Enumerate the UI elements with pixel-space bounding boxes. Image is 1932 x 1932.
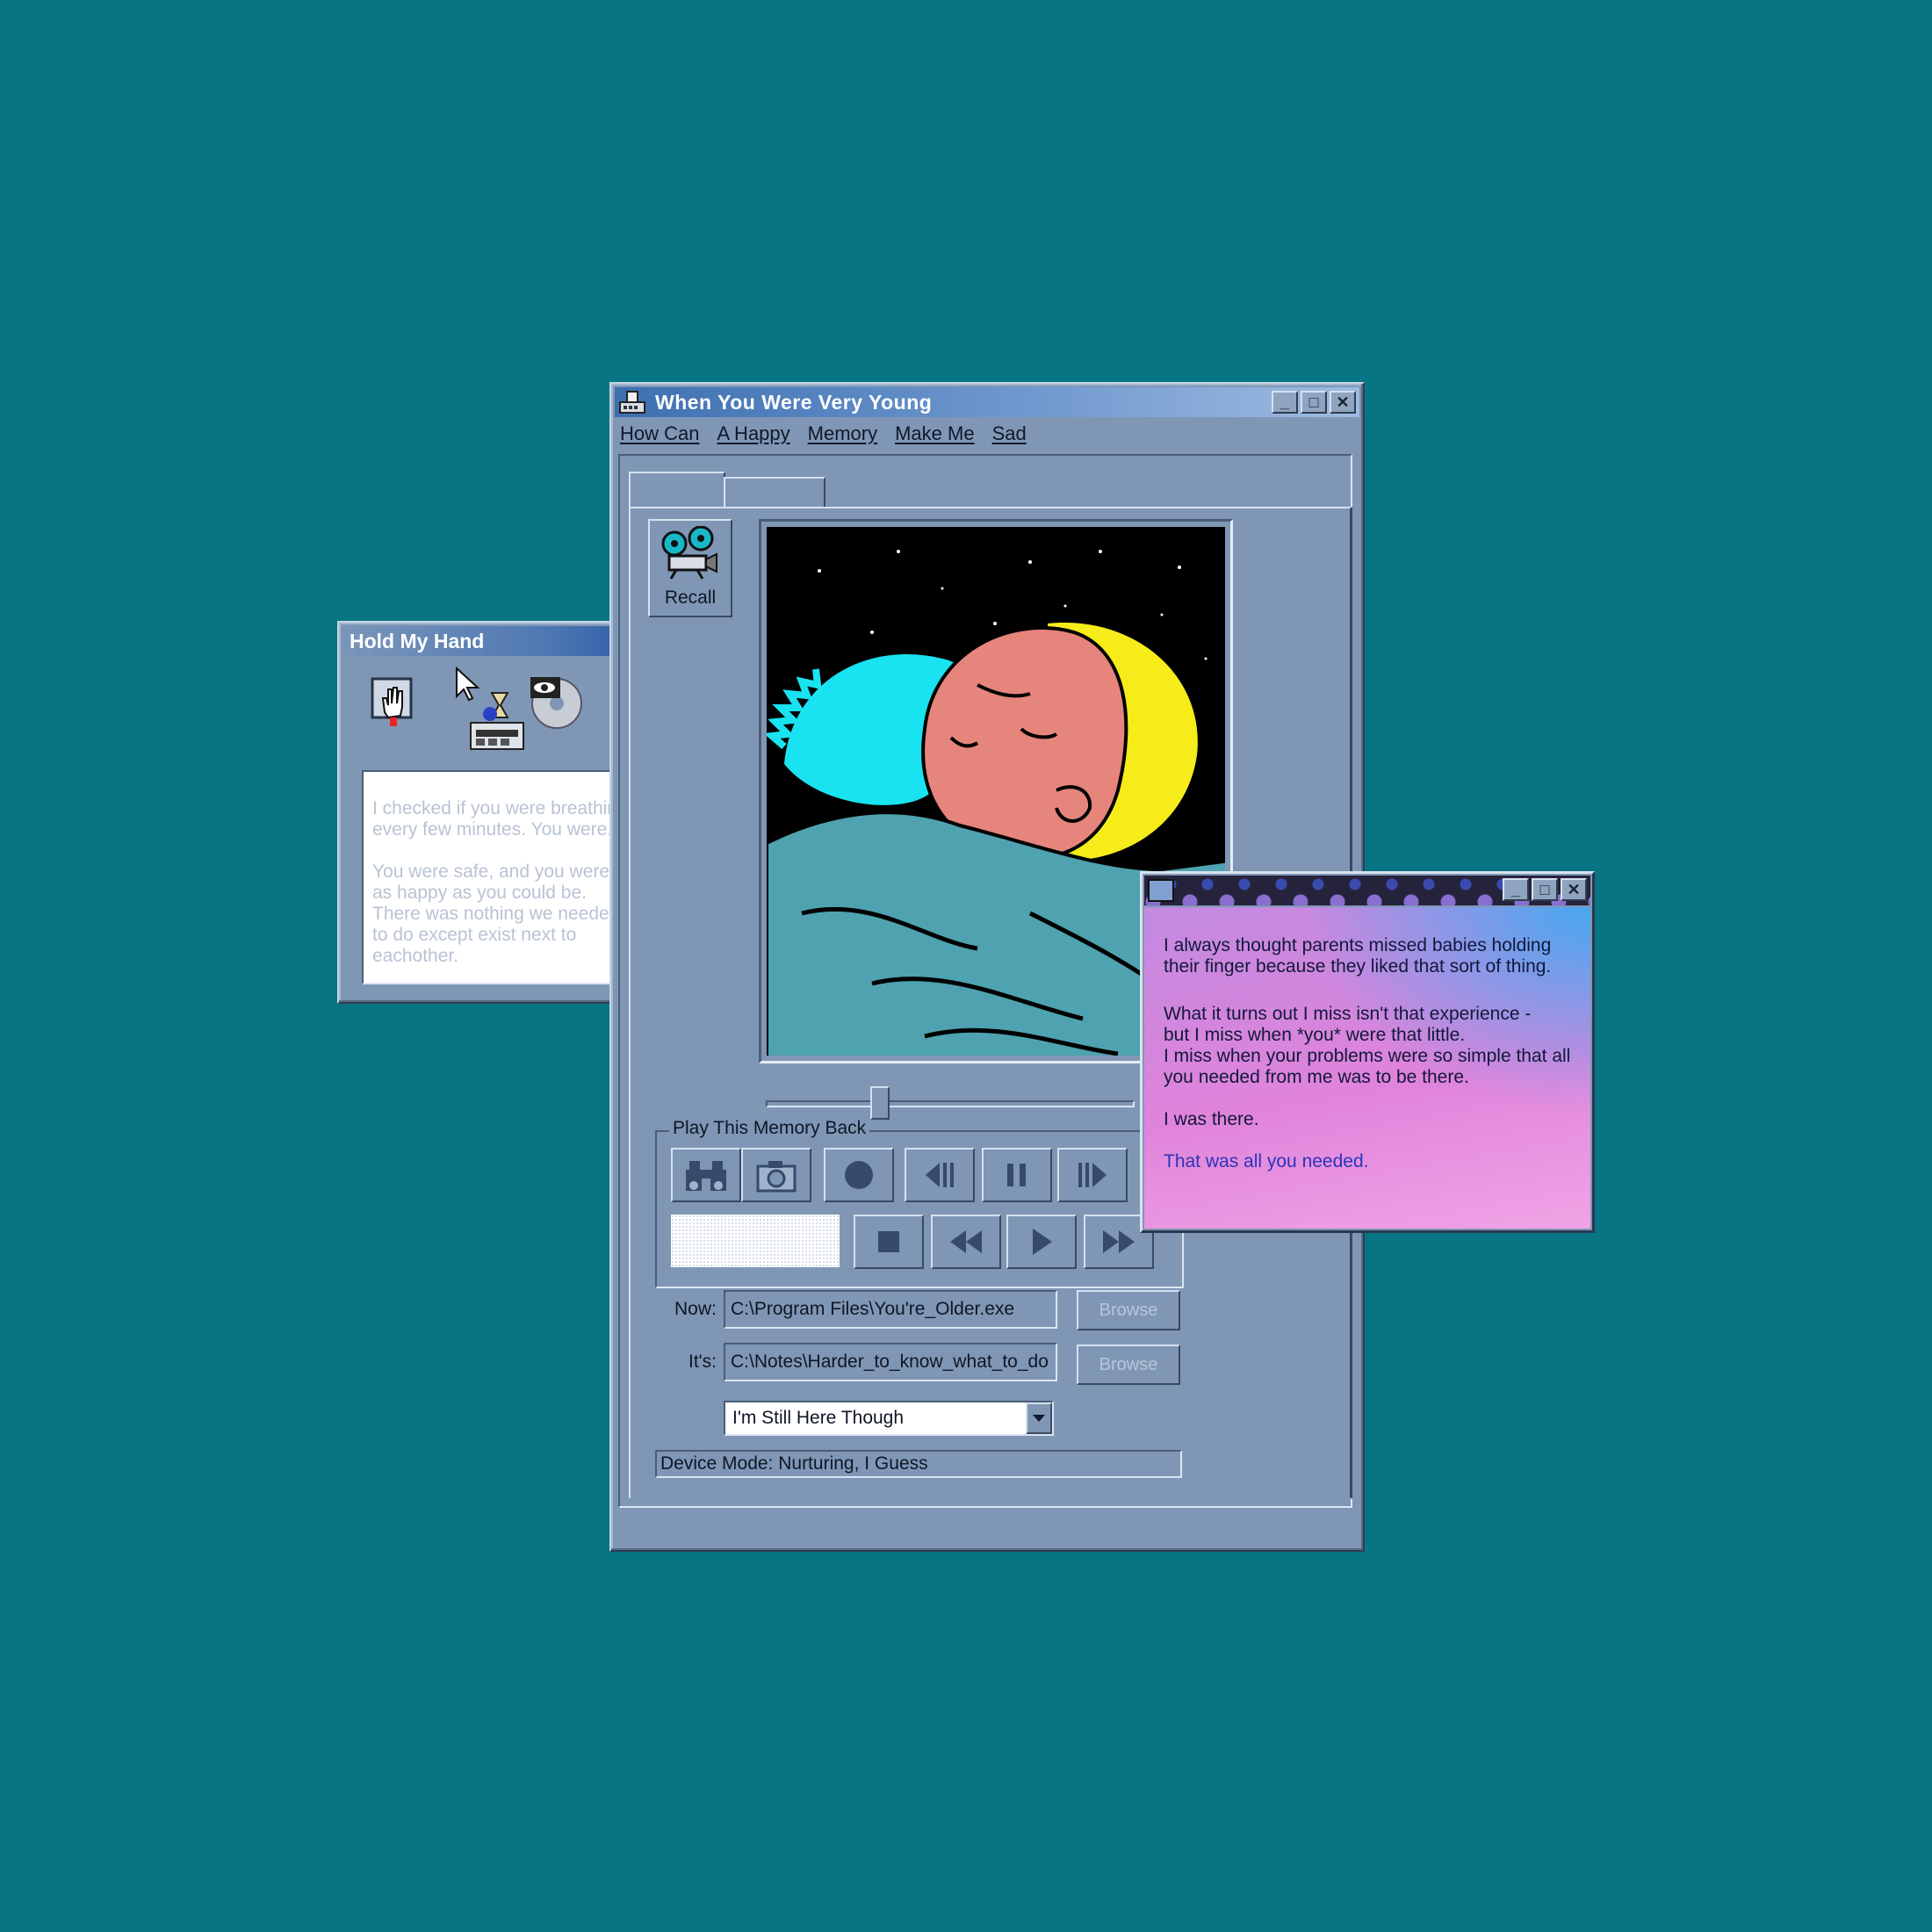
play-icon: [1033, 1229, 1052, 1255]
play-button[interactable]: [1006, 1215, 1077, 1269]
minimize-icon: _: [1280, 393, 1289, 411]
step-forward-button[interactable]: [1057, 1148, 1128, 1202]
tab-1[interactable]: [629, 472, 725, 508]
hold-text-paragraph-2: You were safe, and you were as happy as …: [372, 861, 620, 966]
record-icon: [845, 1161, 873, 1189]
menu-item-how-can[interactable]: How Can: [620, 422, 699, 445]
slider-thumb[interactable]: [870, 1086, 890, 1120]
close-icon: ✕: [1336, 393, 1350, 411]
menu-item-memory[interactable]: Memory: [808, 422, 877, 445]
note-paragraph-1: I always thought parents missed babies h…: [1164, 935, 1552, 977]
stop-icon: [878, 1231, 899, 1252]
note-paragraph-2b: but I miss when *you* were that little.: [1164, 1025, 1466, 1045]
note-window-titlebar[interactable]: _ □ ✕: [1144, 876, 1590, 905]
camera-icon: [756, 1161, 797, 1193]
menu-bar: How Can A Happy Memory Make Me Sad: [620, 422, 1027, 445]
camera-button[interactable]: [741, 1148, 811, 1202]
now-path-field[interactable]: C:\Program Files\You're_Older.exe: [724, 1290, 1057, 1329]
hand-pointer-icon[interactable]: [371, 677, 415, 726]
note-paragraph-2c: I miss when your problems were so simple…: [1164, 1046, 1571, 1087]
rewind-button[interactable]: [931, 1215, 1001, 1269]
binoculars-icon: [686, 1161, 726, 1191]
minimize-button[interactable]: _: [1272, 391, 1298, 414]
rewind-icon: [950, 1230, 982, 1253]
tab-2[interactable]: [724, 477, 825, 508]
note-maximize-button[interactable]: □: [1532, 878, 1558, 901]
now-label: Now:: [674, 1299, 717, 1319]
recall-button[interactable]: Recall: [648, 519, 732, 617]
step-forward-icon: [1078, 1163, 1107, 1187]
maximize-icon: □: [1308, 393, 1319, 411]
hold-window-titlebar[interactable]: Hold My Hand: [342, 626, 634, 656]
maximize-button[interactable]: □: [1301, 391, 1327, 414]
its-path-field[interactable]: C:\Notes\Harder_to_know_what_to_do: [724, 1343, 1057, 1381]
menu-item-make-me[interactable]: Make Me: [895, 422, 974, 445]
recall-label: Recall: [664, 588, 717, 608]
groupbox-label: Play This Memory Back: [669, 1118, 870, 1139]
find-button[interactable]: [671, 1148, 741, 1202]
main-window-title: When You Were Very Young: [655, 390, 933, 414]
position-display: [671, 1215, 840, 1267]
film-projector-icon: [660, 525, 720, 585]
note-paragraph-2a: What it turns out I miss isn't that expe…: [1164, 1004, 1532, 1024]
main-window-titlebar[interactable]: When You Were Very Young _ □ ✕: [615, 387, 1359, 417]
browse-its-button[interactable]: Browse: [1077, 1344, 1180, 1385]
memory-slider[interactable]: [766, 1086, 1135, 1121]
chevron-down-icon: [1033, 1415, 1045, 1422]
minimize-icon: _: [1510, 881, 1520, 898]
close-button[interactable]: ✕: [1330, 391, 1356, 414]
mode-dropdown[interactable]: I'm Still Here Though: [724, 1401, 1054, 1436]
maximize-icon: □: [1539, 881, 1550, 898]
fast-forward-icon: [1103, 1230, 1135, 1253]
close-icon: ✕: [1567, 881, 1581, 898]
note-paragraph-4: That was all you needed.: [1164, 1151, 1369, 1171]
note-close-button[interactable]: ✕: [1561, 878, 1587, 901]
pause-button[interactable]: [982, 1148, 1052, 1202]
hold-window-textbox[interactable]: I checked if you were breathing every fe…: [362, 770, 643, 984]
pause-icon: [1007, 1164, 1026, 1186]
dropdown-selected-value: I'm Still Here Though: [732, 1408, 905, 1428]
note-minimize-button[interactable]: _: [1503, 878, 1529, 901]
step-back-icon: [926, 1163, 954, 1187]
slider-track: [766, 1100, 1135, 1107]
status-bar: Device Mode: Nurturing, I Guess: [655, 1450, 1182, 1478]
its-label: It's:: [688, 1352, 717, 1372]
note-window: _ □ ✕ I always thought parents missed ba…: [1140, 871, 1595, 1233]
hold-my-hand-window: Hold My Hand I checked if you were breat…: [337, 621, 643, 1004]
note-app-icon: [1148, 879, 1174, 902]
browse-now-button[interactable]: Browse: [1077, 1290, 1180, 1330]
status-text: Device Mode: Nurturing, I Guess: [660, 1453, 928, 1474]
step-back-button[interactable]: [905, 1148, 975, 1202]
hold-window-title: Hold My Hand: [350, 629, 485, 652]
menu-item-a-happy[interactable]: A Happy: [717, 422, 789, 445]
note-content: I always thought parents missed babies h…: [1144, 907, 1590, 1229]
stop-button[interactable]: [854, 1215, 924, 1269]
app-icon: [618, 390, 646, 415]
record-button[interactable]: [824, 1148, 894, 1202]
cursor-hourglass-cd-icon: [453, 666, 585, 754]
menu-item-sad[interactable]: Sad: [992, 422, 1027, 445]
note-paragraph-3: I was there.: [1164, 1109, 1259, 1129]
hold-text-paragraph-1: I checked if you were breathing every fe…: [372, 798, 628, 840]
dropdown-arrow-button[interactable]: [1026, 1402, 1052, 1434]
